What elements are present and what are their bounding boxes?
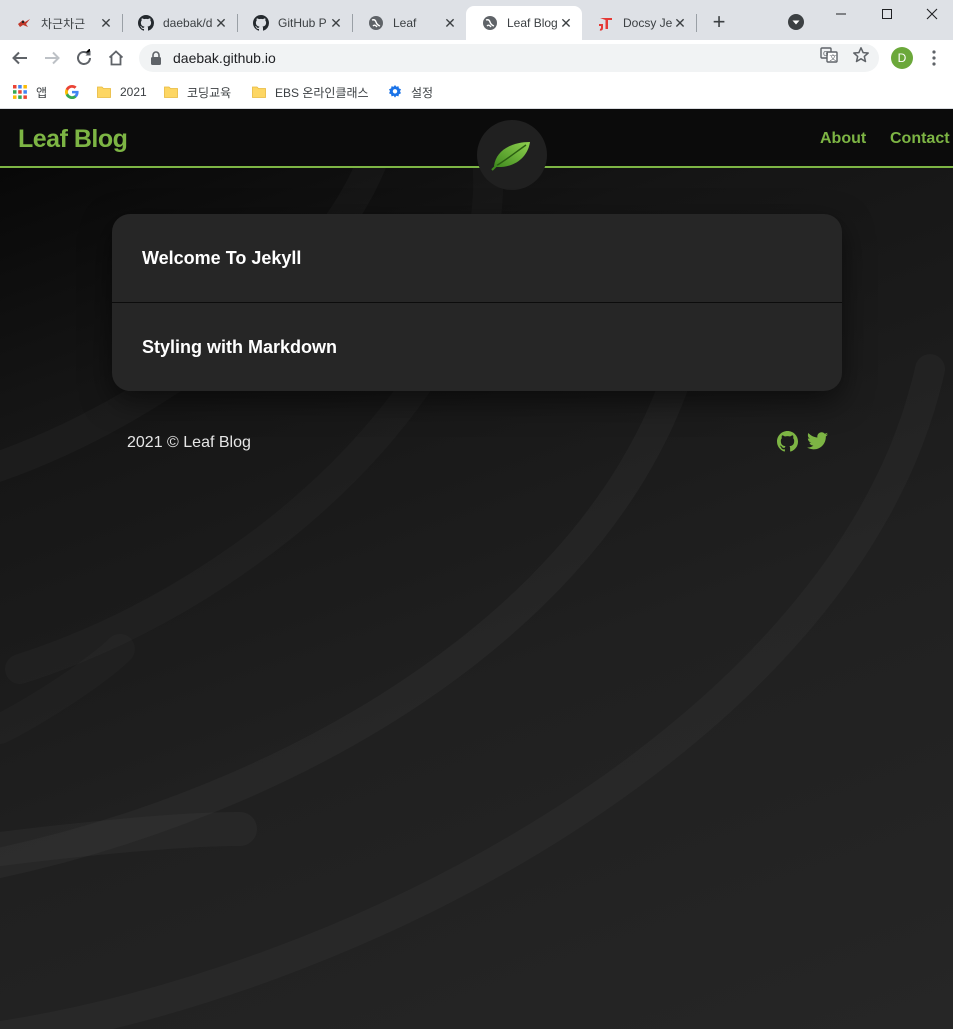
forward-arrow-icon[interactable]: [40, 46, 64, 70]
translate-icon[interactable]: G文: [820, 46, 838, 64]
nav-contact-link[interactable]: Contact: [890, 130, 950, 148]
page-viewport: Leaf Blog About Contact Welcome To Jekyl…: [0, 109, 953, 1029]
lock-icon[interactable]: [149, 51, 163, 65]
bookmark-label: 코딩교육: [187, 85, 232, 100]
bookmark-folder-coding[interactable]: 코딩교육: [163, 82, 231, 102]
post-list-card: Welcome To Jekyll Styling with Markdown: [112, 214, 842, 391]
tab-github-pages[interactable]: GitHub P ✕: [237, 6, 352, 40]
tab-title: GitHub P: [278, 16, 327, 30]
globe-favicon-icon: [482, 15, 498, 31]
menu-kebab-icon[interactable]: [926, 48, 942, 68]
tab-close-icon[interactable]: ✕: [442, 15, 458, 31]
tab-close-icon[interactable]: ✕: [558, 15, 574, 31]
svg-text:文: 文: [830, 53, 837, 62]
browser-tabstrip: 차근차근 ✕ daebak/d ✕ GitHub P ✕ Leaf ✕ Leaf…: [0, 0, 953, 40]
jt-favicon-icon: [598, 15, 614, 31]
tab-docsy-jekyll[interactable]: Docsy Jek ✕: [582, 6, 696, 40]
github-icon[interactable]: [776, 430, 798, 452]
tab-daebak-repo[interactable]: daebak/d ✕: [122, 6, 237, 40]
tab-chagunchagun[interactable]: 차근차근 ✕: [0, 6, 122, 40]
tab-search-icon[interactable]: [787, 13, 805, 31]
tab-close-icon[interactable]: ✕: [213, 15, 229, 31]
tab-title: Leaf: [393, 16, 417, 30]
post-link-styling-with-markdown[interactable]: Styling with Markdown: [112, 302, 842, 391]
bookmark-label: 앱: [36, 85, 48, 100]
tab-title: daebak/d: [163, 16, 213, 30]
url-text: daebak.github.io: [173, 50, 276, 66]
nav-about-link[interactable]: About: [820, 130, 866, 148]
folder-icon: [251, 84, 267, 100]
twitter-icon[interactable]: [806, 430, 828, 452]
bookmark-folder-2021[interactable]: 2021: [96, 82, 147, 102]
tab-close-icon[interactable]: ✕: [328, 15, 344, 31]
apps-grid-icon: [12, 84, 28, 100]
github-favicon-icon: [253, 15, 269, 31]
bookmark-google[interactable]: [64, 82, 88, 102]
tab-close-icon[interactable]: ✕: [98, 15, 114, 31]
profile-avatar[interactable]: D: [891, 47, 913, 69]
bookmark-label: 2021: [120, 85, 147, 99]
gear-icon: [387, 84, 403, 100]
bookmark-folder-ebs[interactable]: EBS 온라인클래스: [251, 82, 369, 102]
tab-separator: [696, 14, 697, 32]
github-favicon-icon: [138, 15, 154, 31]
google-g-icon: [64, 84, 80, 100]
home-icon[interactable]: [104, 46, 128, 70]
bookmark-label: EBS 온라인클래스: [275, 85, 369, 100]
leaf-logo-icon: [491, 142, 530, 171]
post-link-welcome-to-jekyll[interactable]: Welcome To Jekyll: [112, 214, 842, 302]
browser-toolbar: daebak.github.io G文 D: [0, 40, 953, 76]
bookmarks-bar: 앱 2021 코딩교육 EBS 온라인클래스 설정: [0, 76, 953, 109]
maximize-icon[interactable]: [864, 0, 910, 28]
address-bar[interactable]: daebak.github.io: [139, 44, 879, 72]
svg-text:G: G: [823, 50, 828, 58]
globe-favicon-icon: [368, 15, 384, 31]
bookmark-apps[interactable]: 앱: [12, 82, 47, 102]
tab-title: Docsy Jek: [623, 16, 672, 30]
bookmark-settings[interactable]: 설정: [387, 82, 433, 102]
footer-copyright: 2021 © Leaf Blog: [127, 434, 251, 451]
back-arrow-icon[interactable]: [8, 46, 32, 70]
bird-favicon-icon: [16, 15, 32, 31]
site-brand-link[interactable]: Leaf Blog: [18, 125, 128, 154]
reload-icon[interactable]: [72, 46, 96, 70]
site-logo[interactable]: [477, 120, 547, 190]
folder-icon: [96, 84, 112, 100]
minimize-icon[interactable]: [818, 0, 864, 28]
folder-icon: [163, 84, 179, 100]
new-tab-button[interactable]: +: [706, 9, 732, 35]
tab-close-icon[interactable]: ✕: [672, 15, 688, 31]
tab-leaf-blog[interactable]: Leaf Blog ✕: [466, 6, 582, 40]
tab-title: Leaf Blog: [507, 16, 558, 30]
window-close-icon[interactable]: [909, 0, 953, 28]
bookmark-star-icon[interactable]: [852, 46, 870, 64]
tab-leaf[interactable]: Leaf ✕: [352, 6, 466, 40]
bookmark-label: 설정: [411, 85, 434, 100]
tab-title: 차근차근: [41, 16, 86, 31]
